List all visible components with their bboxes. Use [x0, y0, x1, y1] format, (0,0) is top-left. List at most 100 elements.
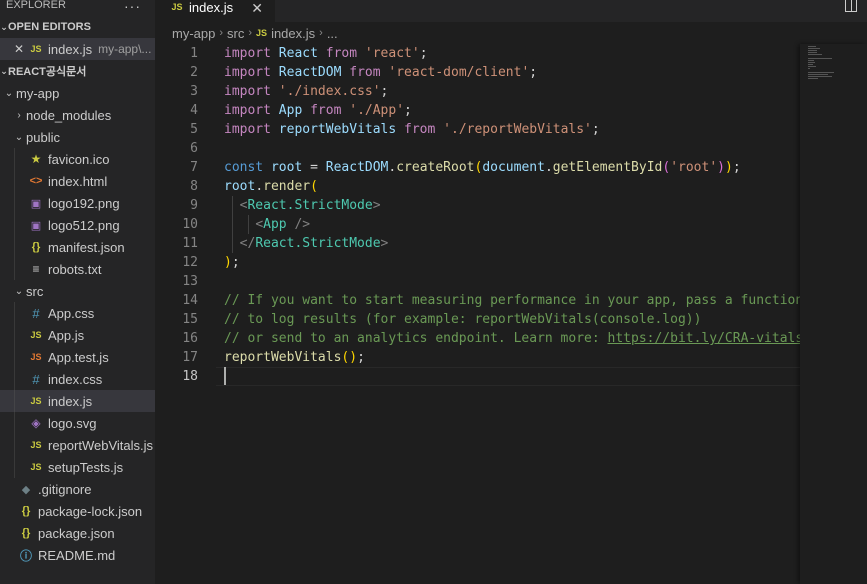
- tree-item-label: index.html: [48, 173, 108, 189]
- workspace-section[interactable]: ⌄ REACT공식문서: [0, 60, 155, 82]
- tree-item-setuptests-js[interactable]: JS setupTests.js: [0, 456, 155, 478]
- open-editors-section[interactable]: ⌄ OPEN EDITORS: [0, 16, 155, 38]
- tree-item-label: robots.txt: [48, 261, 102, 277]
- line-number: 9: [190, 198, 198, 213]
- breadcrumb-item-symbols[interactable]: ...: [327, 26, 338, 41]
- open-editor-item[interactable]: ✕ JS index.js my-app\...: [0, 38, 155, 60]
- json-file-icon: {}: [21, 505, 31, 517]
- tree-item-label: logo512.png: [48, 217, 120, 233]
- tree-item-label: reportWebVitals.js: [48, 437, 154, 453]
- code-line: 8 root.render(: [155, 177, 800, 196]
- tree-item-index-css[interactable]: # index.css: [0, 368, 155, 390]
- close-icon[interactable]: ✕: [12, 42, 26, 56]
- favicon-star-icon: ★: [30, 152, 42, 166]
- line-number: 4: [190, 103, 198, 118]
- line-number: 6: [190, 141, 198, 156]
- html-file-icon: <>: [29, 175, 43, 187]
- tree-indent-guide: [14, 346, 15, 368]
- minimap[interactable]: [800, 44, 867, 584]
- tree-item-src[interactable]: ⌄ src: [0, 280, 155, 302]
- info-file-icon: ⓘ: [19, 548, 32, 563]
- minimap-line: [808, 54, 822, 55]
- tree-indent-guide: [14, 412, 15, 434]
- close-tab-icon[interactable]: ✕: [251, 0, 263, 17]
- minimap-line: [808, 78, 818, 79]
- chevron-down-icon: ⌄: [4, 87, 14, 99]
- open-editor-name: index.js: [48, 41, 93, 57]
- chevron-down-icon: ⌄: [0, 65, 8, 76]
- breadcrumb-item-my-app[interactable]: my-app: [172, 26, 215, 41]
- chevron-down-icon: ⌄: [14, 131, 24, 143]
- tree-item-app-test-js[interactable]: JS App.test.js: [0, 346, 155, 368]
- tree-indent-guide: [14, 192, 15, 214]
- tree-item-label: logo.svg: [48, 415, 97, 431]
- breadcrumb-item-file[interactable]: index.js: [271, 26, 315, 41]
- tree-item-label: App.test.js: [48, 349, 109, 365]
- line-text: reportWebVitals();: [224, 350, 365, 365]
- line-number: 3: [190, 84, 198, 99]
- tree-item-robots-txt[interactable]: ≡ robots.txt: [0, 258, 155, 280]
- line-number: 8: [190, 179, 198, 194]
- code-line: 4 import App from './App';: [155, 101, 800, 120]
- tree-item-label: .gitignore: [38, 481, 92, 497]
- code-editor[interactable]: 1 import React from 'react'; 2 import Reac…: [155, 44, 804, 584]
- tree-indent-guide: [14, 434, 15, 456]
- tree-item-favicon-ico[interactable]: ★ favicon.ico: [0, 148, 155, 170]
- open-editor-path: my-app\...: [98, 42, 152, 56]
- breadcrumb-item-src[interactable]: src: [227, 26, 244, 41]
- line-text: import App from './App';: [224, 103, 412, 118]
- tree-item-node-modules[interactable]: › node_modules: [0, 104, 155, 126]
- code-line: 17 reportWebVitals();: [155, 348, 800, 367]
- vitals-link[interactable]: https://bit.ly/CRA-vitals: [608, 331, 804, 346]
- explorer-title: EXPLORER: [6, 0, 66, 11]
- chevron-right-icon: ›: [17, 109, 21, 121]
- line-number: 16: [182, 331, 198, 346]
- line-text: root.render(: [224, 179, 318, 194]
- tree-item-package-json[interactable]: {} package.json: [0, 522, 155, 544]
- tree-item-index-js[interactable]: JS index.js: [0, 390, 155, 412]
- minimap-line: [808, 64, 813, 65]
- tree-indent-guide: [14, 456, 15, 478]
- tree-item-logo-svg[interactable]: ◈ logo.svg: [0, 412, 155, 434]
- code-line: 2 import ReactDOM from 'react-dom/client'…: [155, 63, 800, 82]
- chevron-right-icon: ›: [248, 27, 253, 39]
- more-icon[interactable]: ···: [124, 0, 141, 14]
- minimap-line: [808, 48, 820, 49]
- tab-index-js[interactable]: JS index.js ✕: [155, 0, 275, 22]
- line-number: 14: [182, 293, 198, 308]
- tab-bar: JS index.js ✕: [155, 0, 867, 22]
- tree-item-label: public: [26, 129, 60, 145]
- tree-item-logo192-png[interactable]: ▣ logo192.png: [0, 192, 155, 214]
- tree-item-app-css[interactable]: # App.css: [0, 302, 155, 324]
- tree-item-logo512-png[interactable]: ▣ logo512.png: [0, 214, 155, 236]
- tree-indent-guide: [14, 148, 15, 170]
- tree-item-label: src: [26, 283, 44, 299]
- js-file-icon: JS: [171, 2, 183, 12]
- json-file-icon: {}: [31, 241, 41, 253]
- line-text: );: [224, 255, 240, 270]
- tree-item-reportwebvitals-js[interactable]: JS reportWebVitals.js: [0, 434, 155, 456]
- line-number: 18: [182, 369, 198, 384]
- split-editor-icon[interactable]: [845, 0, 857, 12]
- tree-item-app-js[interactable]: JS App.js: [0, 324, 155, 346]
- tree-item-public[interactable]: ⌄ public: [0, 126, 155, 148]
- tree-item-gitignore[interactable]: ◆ .gitignore: [0, 478, 155, 500]
- image-file-icon: ▣: [30, 197, 42, 210]
- text-file-icon: ≡: [32, 262, 40, 276]
- tree-item-label: index.css: [48, 371, 103, 387]
- tree-item-package-lock-json[interactable]: {} package-lock.json: [0, 500, 155, 522]
- js-file-icon: JS: [30, 440, 42, 450]
- line-number: 1: [190, 46, 198, 61]
- tree-item-label: index.js: [48, 393, 93, 409]
- tree-item-manifest-json[interactable]: {} manifest.json: [0, 236, 155, 258]
- tree-item-label: favicon.ico: [48, 151, 110, 167]
- tree-item-index-html[interactable]: <> index.html: [0, 170, 155, 192]
- code-line: 13: [155, 272, 800, 291]
- tree-item-my-app[interactable]: ⌄ my-app: [0, 82, 155, 104]
- line-number: 11: [182, 236, 198, 251]
- tree-item-readme-md[interactable]: ⓘ README.md: [0, 544, 155, 566]
- minimap-line: [808, 66, 816, 67]
- line-number: 15: [182, 312, 198, 327]
- line-number: 7: [190, 160, 198, 175]
- line-text: // or send to an analytics endpoint. Lea…: [224, 331, 804, 346]
